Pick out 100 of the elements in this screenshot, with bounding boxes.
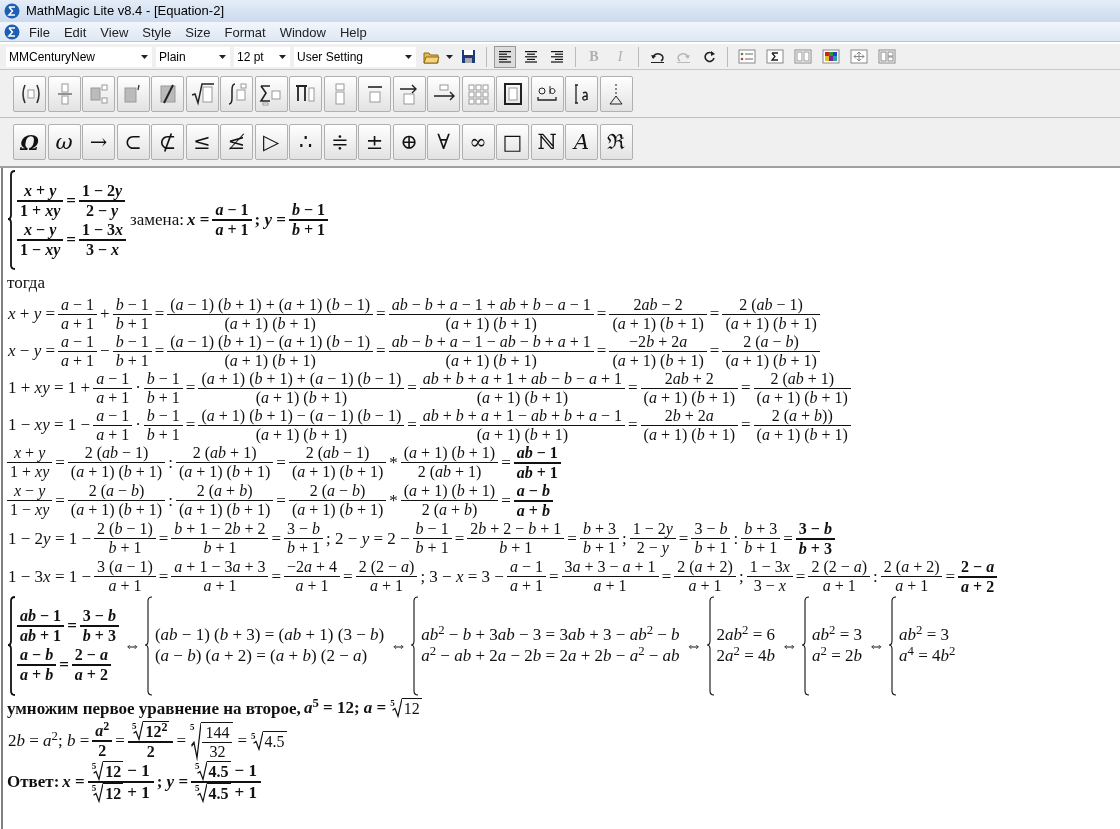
symbol-button[interactable]: → (82, 124, 115, 160)
fraction-numerator: 2 (2 − a) (810, 558, 869, 576)
fraction-numerator: a − 1 (60, 332, 96, 351)
symbol-button[interactable]: ⊄ (151, 124, 184, 160)
math-expression: = (627, 378, 639, 398)
fraction-numerator: 2 (a − b) (742, 332, 800, 351)
math-expression: = (944, 566, 957, 587)
overbar-template-button[interactable] (358, 75, 391, 112)
align-left-button[interactable] (494, 45, 516, 68)
root-index: 5 (91, 761, 97, 771)
symbol-button[interactable]: ⊕ (392, 124, 426, 160)
fraction-bar (78, 199, 126, 202)
math-expression: = (627, 415, 639, 435)
fraction-numerator: 2 (ab + 1) (191, 444, 258, 462)
fraction-numerator: 2 − a (73, 646, 109, 664)
fraction-numerator: 3 (a − 1) (96, 558, 154, 576)
math-expression: a$^{5}$ = 12; a = (302, 698, 388, 719)
fraction-numerator: (a + 1) (b + 1) − (a − 1) (b − 1) (200, 406, 403, 425)
fraction-numerator: 2 (a + 2) (676, 558, 734, 576)
symbol-button[interactable]: □ (496, 124, 529, 160)
fraction-denominator: ab + 1 (515, 463, 559, 482)
symbol-button[interactable]: ℕ (530, 124, 564, 160)
dropdown[interactable]: 12 pt (234, 46, 290, 67)
fraction-denominator: a + 1 (592, 577, 628, 595)
fraction-denominator: 2 (a + b) (420, 501, 479, 519)
menu-item[interactable]: Style (135, 22, 179, 41)
math-expression: = (54, 490, 66, 511)
move-icon (850, 49, 868, 64)
fraction-denominator: 2 (ab + 1) (416, 463, 483, 481)
parentheses-template-button[interactable] (13, 75, 46, 112)
math-expression: ; y = (155, 772, 190, 792)
triangle-template-button[interactable] (599, 75, 633, 112)
menu-item[interactable]: File (22, 22, 57, 41)
arrow-over-template-button[interactable] (392, 75, 426, 112)
menu-item[interactable]: Edit (56, 22, 94, 41)
symbol-button[interactable]: ≑ (323, 124, 357, 160)
fraction-numerator: −2a + 4 (286, 558, 339, 576)
root-index: 5 (131, 721, 137, 731)
symbol-button[interactable]: ≰ (220, 124, 253, 160)
math-expression: = (153, 341, 166, 361)
window-title: MathMagic Lite v8.4 - [Equation-2] (26, 2, 224, 21)
math-expression: x + y = (7, 304, 57, 324)
math-expression: = (708, 341, 721, 361)
fraction-numerator: (a + 1) (b + 1) + (a − 1) (b − 1) (200, 369, 403, 388)
math-expression: (a − b) (a + 2) = (a + b) (2 − a) (153, 646, 369, 666)
square-root-template-button[interactable] (185, 75, 219, 112)
fraction-denominator: (a + 1) (b + 1) (69, 501, 164, 519)
dropdown[interactable]: User Setting (294, 46, 416, 67)
math-expression: = (782, 528, 794, 549)
math-expression: ⇔ (780, 635, 800, 656)
caret-icon[interactable] (446, 54, 453, 59)
underbrace-template-button[interactable] (530, 75, 564, 112)
menu-item[interactable]: View (93, 22, 136, 41)
bracket-text-template-button[interactable] (565, 75, 598, 112)
fraction-numerator: ab + b + a + 1 − ab + b + a − 1 (421, 406, 623, 425)
dropdown[interactable]: Plain (156, 46, 230, 67)
fraction-denominator: (a + 1) (b + 1) (290, 501, 385, 519)
symbol-button[interactable]: ∴ (289, 124, 322, 160)
math-expression: 1 + xy = 1 + (7, 378, 92, 398)
menu-item[interactable]: Size (178, 22, 218, 41)
fraction-numerator: 2 (a + b)) (770, 406, 834, 425)
symbol-button[interactable]: ∀ (427, 124, 460, 160)
symbol-button[interactable]: ▷ (254, 124, 288, 160)
fraction-numerator: b − 1 (290, 201, 327, 219)
app-icon[interactable] (4, 23, 20, 40)
math-expression: = (708, 304, 721, 324)
math-expression: 2a$^{2}$ = 4b (715, 646, 777, 666)
fraction-denominator: b + 1 (498, 539, 534, 557)
menu-item[interactable]: Format (217, 22, 273, 41)
slash-template-button[interactable] (151, 75, 184, 112)
symbol-button[interactable]: ω (47, 124, 81, 160)
arrow-label-template-button[interactable] (427, 75, 460, 112)
symbol-button[interactable]: A (565, 124, 598, 160)
sum-template-button[interactable] (254, 75, 288, 112)
radicand: 4.5 (206, 783, 231, 803)
fraction-numerator: 2 (a + 2) (882, 558, 941, 576)
math-expression: = (270, 528, 283, 549)
dropdown[interactable]: MMCenturyNew (6, 46, 152, 67)
math-expression: ⇔ (122, 635, 142, 656)
symbol-button[interactable]: ± (358, 124, 391, 160)
fraction-numerator: 2 (2 − a) (357, 558, 416, 576)
symbol-button[interactable]: ∞ (461, 124, 495, 160)
symbol-button[interactable]: Ω (13, 124, 46, 160)
fraction-denominator: (a + 1) (b + 1) (254, 388, 348, 407)
sigma-panel-icon (766, 49, 784, 64)
radical-sign (196, 783, 207, 803)
fraction-numerator: 2 (a + b) (195, 482, 254, 500)
product-template-button[interactable] (289, 75, 322, 112)
fraction-numerator: b + 1 − 2b + 2 (173, 520, 267, 538)
frame-template-button[interactable] (496, 75, 529, 112)
menu-item[interactable]: Help (332, 22, 374, 41)
fraction-numerator: a − b (19, 646, 55, 664)
fraction-numerator: 1 − 3x (80, 220, 125, 239)
symbol-button[interactable]: ⊂ (116, 124, 150, 160)
math-expression: = (65, 229, 77, 250)
menu-item[interactable]: Window (272, 22, 333, 41)
integral-template-button[interactable] (220, 75, 253, 112)
symbol-button[interactable]: ≤ (185, 124, 219, 160)
math-expression: = (406, 415, 418, 435)
symbol-button[interactable]: ℜ (599, 124, 633, 160)
